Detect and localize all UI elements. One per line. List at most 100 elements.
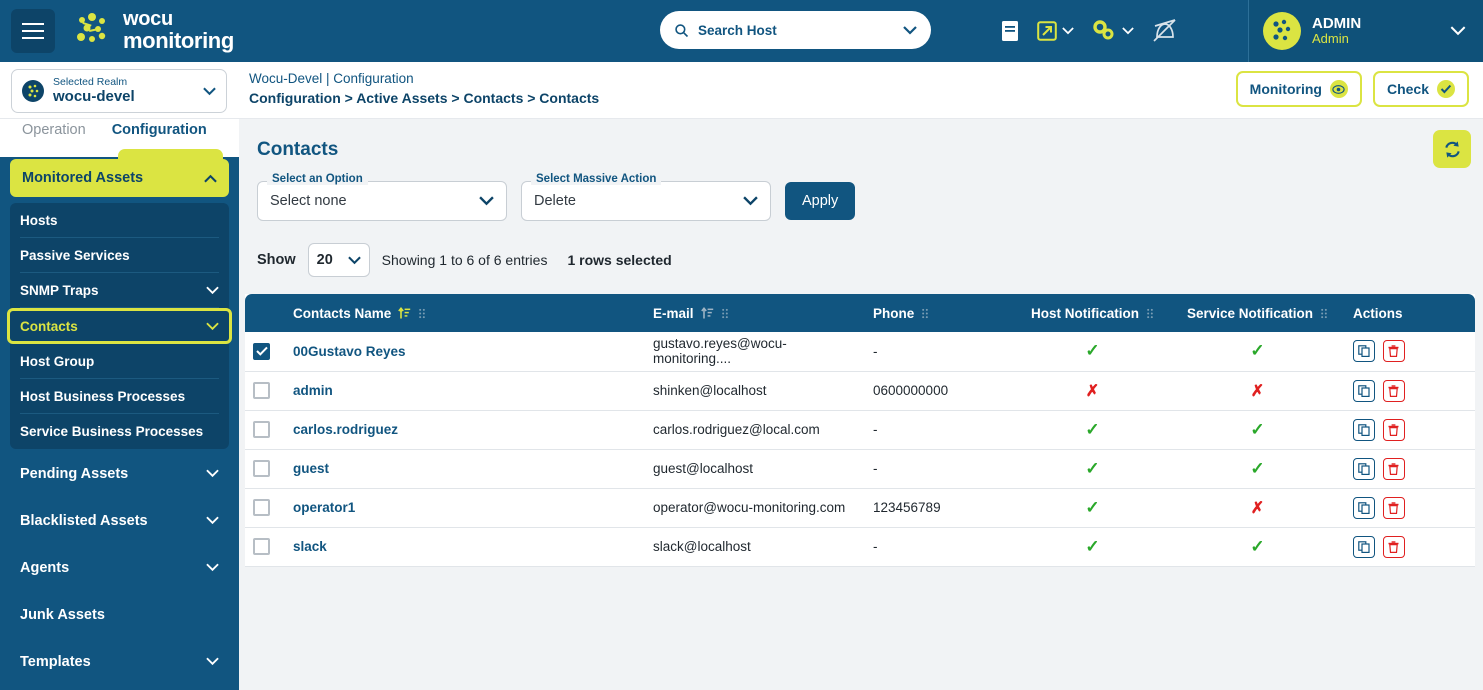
row-checkbox-cell[interactable] [245, 449, 285, 489]
column-drag-handle-icon[interactable] [721, 308, 729, 319]
row-checkbox[interactable] [253, 342, 270, 360]
select-an-option-dropdown[interactable]: Select none [257, 181, 507, 221]
row-checkbox-cell[interactable] [245, 527, 285, 567]
cell-host-notification: ✓ [1015, 488, 1170, 528]
table-row[interactable]: operator1 operator@wocu-monitoring.com 1… [245, 488, 1475, 528]
tab-operation[interactable]: Operation [22, 119, 86, 138]
row-checkbox[interactable] [253, 421, 270, 438]
chevron-down-icon[interactable] [1122, 27, 1134, 35]
contact-name-link[interactable]: operator1 [293, 500, 355, 515]
mute-notification-icon[interactable] [1151, 18, 1177, 44]
eye-icon [1329, 80, 1348, 98]
chevron-down-icon[interactable] [903, 25, 917, 35]
cell-contacts-name[interactable]: slack [285, 527, 645, 567]
tab-configuration[interactable]: Configuration [112, 119, 207, 138]
column-drag-handle-icon[interactable] [1320, 308, 1328, 319]
row-checkbox[interactable] [253, 499, 270, 516]
sidebar-item-host-group[interactable]: Host Group [20, 344, 219, 379]
cell-contacts-name[interactable]: admin [285, 371, 645, 411]
sort-asc-icon[interactable] [700, 306, 714, 320]
duplicate-button[interactable] [1353, 457, 1375, 480]
duplicate-button[interactable] [1353, 340, 1375, 363]
chevron-down-icon[interactable] [1449, 26, 1467, 36]
refresh-button-top[interactable] [1433, 130, 1471, 168]
duplicate-button[interactable] [1353, 379, 1375, 402]
col-contacts-name[interactable]: Contacts Name [285, 294, 645, 332]
select-massive-action-dropdown[interactable]: Delete [521, 181, 771, 221]
page-size-select[interactable]: 20 [307, 243, 370, 277]
chevron-down-icon[interactable] [1062, 27, 1074, 35]
col-host-notification[interactable]: Host Notification [1015, 294, 1170, 332]
row-checkbox[interactable] [253, 382, 270, 399]
row-checkbox[interactable] [253, 538, 270, 555]
table-row[interactable]: guest guest@localhost - ✓ ✓ [245, 449, 1475, 489]
col-select-all[interactable] [245, 294, 285, 332]
sidebar-item-label: Contacts [20, 318, 78, 334]
duplicate-button[interactable] [1353, 496, 1375, 519]
chevron-down-icon [206, 516, 219, 525]
table-header-row: Contacts Name E-mail Phone Host Notifica… [245, 294, 1475, 332]
row-checkbox-cell[interactable] [245, 371, 285, 411]
check-badge[interactable]: Check [1372, 71, 1469, 107]
sidebar-item-snmp-traps[interactable]: SNMP Traps [20, 273, 219, 308]
cell-phone: - [865, 332, 1015, 372]
realm-selector[interactable]: Selected Realm wocu-devel [11, 69, 227, 113]
contact-name-link[interactable]: slack [293, 539, 327, 554]
cell-contacts-name[interactable]: guest [285, 449, 645, 489]
duplicate-button[interactable] [1353, 535, 1375, 558]
contact-name-link[interactable]: guest [293, 461, 329, 476]
col-phone[interactable]: Phone [865, 294, 1015, 332]
duplicate-button[interactable] [1353, 418, 1375, 441]
delete-button[interactable] [1382, 379, 1405, 402]
table-row[interactable]: slack slack@localhost - ✓ ✓ [245, 527, 1475, 567]
book-icon[interactable] [1000, 20, 1020, 42]
chevron-down-icon[interactable] [203, 85, 216, 98]
search-host-input[interactable]: Search Host [660, 11, 931, 49]
table-row[interactable]: 00Gustavo Reyes gustavo.reyes@wocu-monit… [245, 332, 1475, 372]
contact-name-link[interactable]: admin [293, 383, 333, 398]
select-an-option-value: Select none [270, 193, 347, 209]
delete-button[interactable] [1382, 535, 1405, 558]
sidebar-item-junk-assets[interactable]: Junk Assets [10, 592, 229, 637]
sidebar-item-passive-services[interactable]: Passive Services [20, 238, 219, 273]
context-bar: Selected Realm wocu-devel Wocu-Devel | C… [0, 62, 1483, 119]
sidebar-item-pending-assets[interactable]: Pending Assets [10, 451, 229, 496]
sidebar-item-templates[interactable]: Templates [10, 639, 229, 684]
table-row[interactable]: carlos.rodriguez carlos.rodriguez@local.… [245, 410, 1475, 450]
row-checkbox-cell[interactable] [245, 332, 285, 372]
breadcrumb: Wocu-Devel | Configuration Configuration… [249, 62, 599, 118]
sidebar-item-agents[interactable]: Agents [10, 545, 229, 590]
cell-contacts-name[interactable]: 00Gustavo Reyes [285, 332, 645, 372]
delete-button[interactable] [1382, 418, 1405, 441]
external-link-icon[interactable] [1037, 21, 1074, 41]
gears-icon[interactable] [1091, 19, 1134, 43]
sidebar-item-service-business-processes[interactable]: Service Business Processes [20, 414, 219, 449]
delete-button[interactable] [1382, 340, 1405, 363]
sidebar-item-hosts[interactable]: Hosts [20, 203, 219, 238]
apply-button[interactable]: Apply [785, 182, 856, 220]
row-checkbox-cell[interactable] [245, 488, 285, 528]
hamburger-menu-icon[interactable] [11, 9, 55, 53]
col-service-notification[interactable]: Service Notification [1170, 294, 1345, 332]
sort-asc-icon[interactable] [398, 306, 411, 320]
column-drag-handle-icon[interactable] [418, 308, 426, 319]
col-email[interactable]: E-mail [645, 294, 865, 332]
cell-contacts-name[interactable]: carlos.rodriguez [285, 410, 645, 450]
cell-contacts-name[interactable]: operator1 [285, 488, 645, 528]
contact-name-link[interactable]: 00Gustavo Reyes [293, 344, 406, 359]
table-row[interactable]: admin shinken@localhost 0600000000 ✗ ✗ [245, 371, 1475, 411]
sidebar-item-contacts[interactable]: Contacts [7, 308, 232, 344]
monitoring-badge[interactable]: Monitoring [1235, 71, 1362, 107]
row-checkbox-cell[interactable] [245, 410, 285, 450]
contact-name-link[interactable]: carlos.rodriguez [293, 422, 398, 437]
sidebar-group-monitored-assets[interactable]: Monitored Assets [10, 159, 229, 197]
breadcrumb-line-2[interactable]: Configuration > Active Assets > Contacts… [249, 90, 599, 106]
column-drag-handle-icon[interactable] [921, 308, 929, 319]
column-drag-handle-icon[interactable] [1146, 308, 1154, 319]
delete-button[interactable] [1382, 496, 1405, 519]
sidebar-item-blacklisted-assets[interactable]: Blacklisted Assets [10, 498, 229, 543]
row-checkbox[interactable] [253, 460, 270, 477]
user-menu[interactable]: ADMIN Admin [1248, 0, 1483, 62]
delete-button[interactable] [1382, 457, 1405, 480]
sidebar-item-host-business-processes[interactable]: Host Business Processes [20, 379, 219, 414]
